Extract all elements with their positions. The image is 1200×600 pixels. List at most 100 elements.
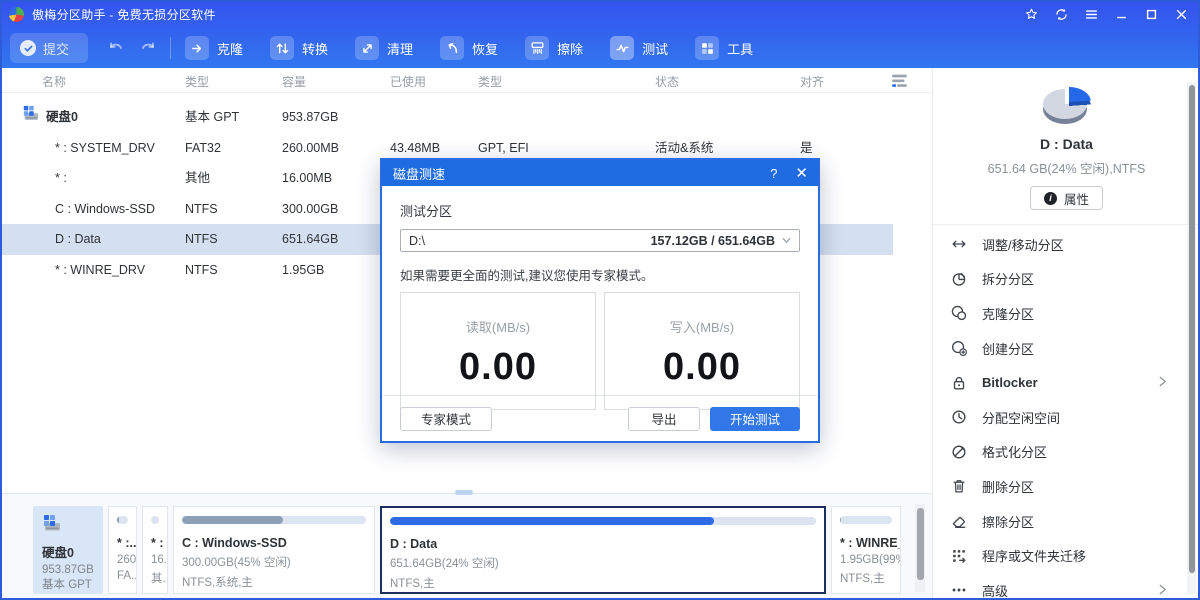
- menu-button[interactable]: [1076, 1, 1106, 27]
- write-speed-box: 写入(MB/s) 0.00: [604, 292, 800, 410]
- sidebar-item-label: 拆分分区: [982, 269, 1034, 288]
- disk-map-scrollbar-thumb[interactable]: [917, 508, 924, 580]
- partition-block-4[interactable]: * : WINRE_...1.95GB(99%...NTFS,主: [831, 506, 901, 594]
- allocate-icon: [949, 407, 969, 427]
- close-icon[interactable]: ✕: [795, 164, 808, 182]
- minimize-button[interactable]: [1106, 1, 1136, 27]
- sidebar: D : Data 651.64 GB(24% 空闲),NTFS i 属性 调整/…: [932, 68, 1200, 600]
- toolbar-erase-button[interactable]: 擦除: [525, 36, 583, 60]
- properties-button[interactable]: i 属性: [1030, 186, 1103, 210]
- start-test-button[interactable]: 开始测试: [710, 407, 800, 431]
- sidebar-item-allocate-free[interactable]: 分配空闲空间: [933, 400, 1200, 435]
- partition-info: 651.64 GB(24% 空闲),NTFS: [933, 158, 1200, 177]
- expert-mode-button[interactable]: 专家模式: [400, 407, 492, 431]
- toolbar-clone-button[interactable]: 克隆: [185, 36, 243, 60]
- submit-button[interactable]: 提交: [10, 33, 88, 63]
- toolbar-clean-button[interactable]: 清理: [355, 36, 413, 60]
- partition-size: 651.64GB(24% 空闲): [390, 555, 816, 571]
- column-settings-icon[interactable]: [890, 73, 910, 91]
- clonep-icon: [949, 303, 969, 323]
- toolbar-restore-button[interactable]: 恢复: [440, 36, 498, 60]
- disk-map-panel: 硬盘0953.87GB基本 GPT* :...260...FA...* :16.…: [0, 493, 932, 600]
- sidebar-item-label: 程序或文件夹迁移: [982, 546, 1086, 565]
- toolbar-tools-label: 工具: [727, 39, 753, 58]
- sidebar-item-clone[interactable]: 克隆分区: [933, 296, 1200, 331]
- partition-size: 16....: [151, 554, 159, 566]
- toolbar-test-label: 测试: [642, 39, 668, 58]
- window-title: 傲梅分区助手 - 免费无损分区软件: [32, 6, 216, 23]
- sidebar-item-bitlocker[interactable]: Bitlocker: [933, 365, 1200, 400]
- expert-mode-hint: 如果需要更全面的测试,建议您使用专家模式。: [400, 265, 800, 284]
- cell-type: NTFS: [185, 224, 218, 255]
- cell-capacity: 300.00GB: [282, 194, 338, 225]
- partition-block-0[interactable]: * :...260...FA...: [108, 506, 137, 594]
- clone-icon: [185, 36, 209, 60]
- toolbar-tools-button[interactable]: 工具: [695, 36, 753, 60]
- disk-name: 硬盘0: [42, 542, 103, 561]
- disk-icon: [22, 102, 40, 118]
- disk-icon: [42, 523, 62, 535]
- disk-summary-card[interactable]: 硬盘0953.87GB基本 GPT: [33, 506, 103, 594]
- free-space-slice: [1047, 87, 1091, 117]
- cell-name: * : WINRE_DRV: [55, 255, 145, 286]
- header-1: 类型: [185, 73, 209, 90]
- test-icon: [610, 36, 634, 60]
- sidebar-item-format[interactable]: 格式化分区: [933, 435, 1200, 470]
- dialog-titlebar[interactable]: 磁盘测速 ? ✕: [382, 160, 818, 186]
- close-button[interactable]: [1166, 1, 1196, 27]
- app-window: 傲梅分区助手 - 免费无损分区软件 提交 克隆 转换 清理 恢复 擦除 测试 工具: [0, 0, 1200, 600]
- undo-redo-group: [104, 36, 160, 60]
- partition-select[interactable]: D:\ 157.12GB / 651.64GB: [400, 229, 800, 252]
- toolbar-tools: 克隆 转换 清理 恢复 擦除 测试 工具: [185, 36, 780, 60]
- usage-pie-chart: [1041, 84, 1093, 130]
- redo-button[interactable]: [136, 36, 160, 60]
- partition-block-1[interactable]: * :16....其...: [142, 506, 168, 594]
- sidebar-scrollbar-thumb[interactable]: [1189, 85, 1195, 573]
- restore-icon: [440, 36, 464, 60]
- titlebar[interactable]: 傲梅分区助手 - 免费无损分区软件: [0, 0, 1200, 28]
- partition-block-3[interactable]: D : Data651.64GB(24% 空闲)NTFS,主: [380, 506, 826, 594]
- sidebar-item-wipe[interactable]: 擦除分区: [933, 504, 1200, 539]
- minimize-icon: [1115, 8, 1128, 21]
- cell-capacity: 1.95GB: [282, 255, 324, 286]
- lock-icon: [949, 373, 969, 393]
- sidebar-item-create[interactable]: 创建分区: [933, 331, 1200, 366]
- sidebar-item-label: 格式化分区: [982, 442, 1047, 461]
- disk-speed-test-dialog: 磁盘测速 ? ✕ 测试分区 D:\ 157.12GB / 651.64GB 如果…: [380, 158, 820, 443]
- sidebar-item-label: 删除分区: [982, 477, 1034, 496]
- export-button[interactable]: 导出: [628, 407, 700, 431]
- cell-name: C : Windows-SSD: [55, 194, 155, 225]
- partition-select-size: 157.12GB / 651.64GB: [651, 234, 775, 248]
- cell-type: 其他: [185, 163, 210, 194]
- cell-capacity: 260.00MB: [282, 133, 339, 164]
- help-icon[interactable]: ?: [770, 166, 777, 181]
- collapse-handle[interactable]: [455, 490, 473, 495]
- toolbar-convert-button[interactable]: 转换: [270, 36, 328, 60]
- toolbar-erase-label: 擦除: [557, 39, 583, 58]
- partition-block-2[interactable]: C : Windows-SSD300.00GB(45% 空闲)NTFS,系统,主: [173, 506, 375, 594]
- header-0: 名称: [42, 73, 66, 90]
- sidebar-item-resize-move[interactable]: 调整/移动分区: [933, 227, 1200, 262]
- header: 傲梅分区助手 - 免费无损分区软件 提交 克隆 转换 清理 恢复 擦除 测试 工具: [0, 0, 1200, 68]
- sync-button[interactable]: [1046, 1, 1076, 27]
- cell-capacity: 953.87GB: [282, 102, 338, 133]
- sidebar-item-migrate[interactable]: 程序或文件夹迁移: [933, 538, 1200, 573]
- star-icon: [1025, 8, 1038, 21]
- toolbar-convert-label: 转换: [302, 39, 328, 58]
- cell-name: 硬盘0: [46, 102, 78, 133]
- maximize-button[interactable]: [1136, 1, 1166, 27]
- toolbar-test-button[interactable]: 测试: [610, 36, 668, 60]
- partition-fs: NTFS,系统,主: [182, 574, 366, 590]
- star-button[interactable]: [1016, 1, 1046, 27]
- sidebar-item-split[interactable]: 拆分分区: [933, 262, 1200, 297]
- sidebar-item-advanced[interactable]: 高级: [933, 573, 1200, 600]
- sidebar-item-label: 创建分区: [982, 339, 1034, 358]
- read-speed-box: 读取(MB/s) 0.00: [400, 292, 596, 410]
- sidebar-item-delete[interactable]: 删除分区: [933, 469, 1200, 504]
- table-row-disk[interactable]: 硬盘0基本 GPT953.87GB: [0, 102, 893, 133]
- disk-map: 硬盘0953.87GB基本 GPT* :...260...FA...* :16.…: [33, 506, 901, 594]
- usage-bar-fill: [117, 516, 119, 524]
- chevron-right-icon: [1157, 375, 1168, 390]
- dialog-footer: 专家模式 导出 开始测试: [382, 395, 818, 441]
- undo-button[interactable]: [104, 36, 128, 60]
